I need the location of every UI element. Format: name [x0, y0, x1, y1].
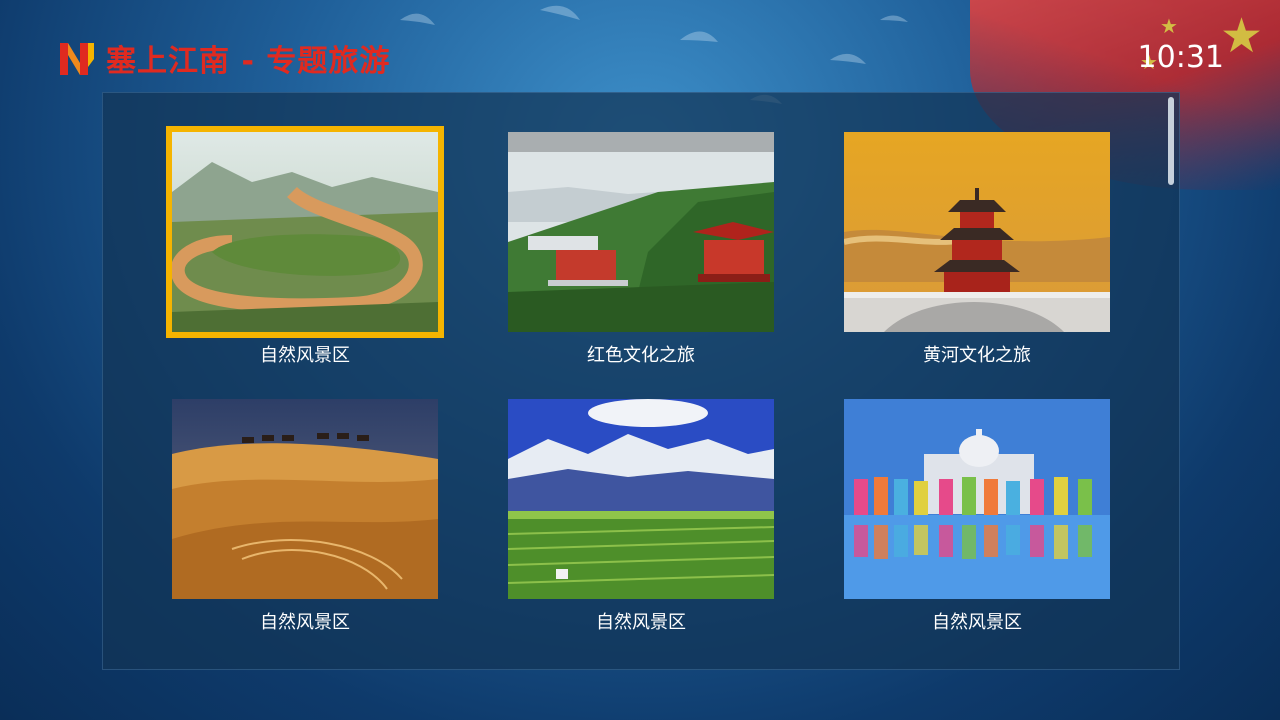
snow-mountain-farmland-photo [508, 399, 774, 599]
red-culture-mountain-photo [508, 132, 774, 332]
yellow-river-pavilion-photo [844, 132, 1110, 332]
star-icon: ★ [1220, 8, 1264, 64]
tile-label: 红色文化之旅 [587, 345, 695, 366]
dancers-palace-reflection-photo [844, 399, 1110, 599]
desert-camel-caravan-photo [172, 399, 438, 599]
yellow-river-bend-photo [166, 126, 444, 338]
tile-snow-mountain-scenic[interactable]: 自然风景区 [508, 399, 774, 634]
tile-label: 自然风景区 [260, 345, 350, 366]
tile-label: 自然风景区 [260, 612, 350, 633]
star-icon: ★ [1160, 14, 1178, 38]
tile-label: 自然风景区 [596, 612, 686, 633]
tile-label: 黄河文化之旅 [923, 345, 1031, 366]
app-header: 塞上江南 - 专题旅游 [58, 38, 391, 79]
clock: 10:31 [1137, 40, 1224, 75]
scrollbar-thumb[interactable] [1168, 97, 1174, 185]
tile-yellow-river-culture[interactable]: 黄河文化之旅 [844, 132, 1110, 367]
n-logo-icon [58, 39, 96, 77]
tile-label: 自然风景区 [932, 612, 1022, 633]
tile-desert-scenic[interactable]: 自然风景区 [172, 399, 438, 634]
tile-dance-culture-scenic[interactable]: 自然风景区 [844, 399, 1110, 634]
page-title: 塞上江南 - 专题旅游 [106, 44, 391, 79]
tile-yellow-river-scenic[interactable]: 自然风景区 [166, 126, 444, 367]
tile-red-culture-tour[interactable]: 红色文化之旅 [508, 132, 774, 367]
